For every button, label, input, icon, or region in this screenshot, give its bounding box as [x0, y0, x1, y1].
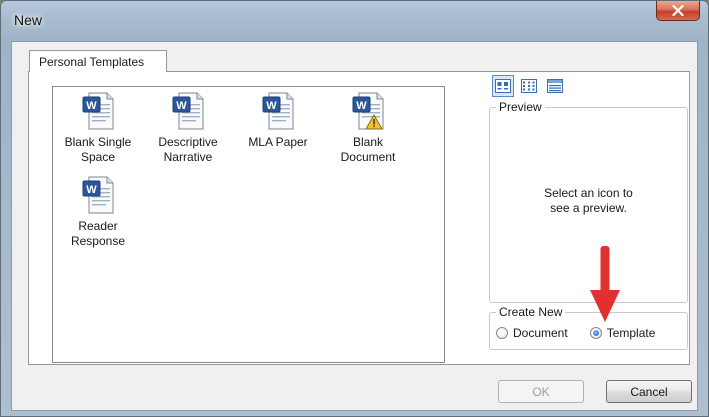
radio-document-label: Document — [513, 326, 568, 340]
details-view-icon — [547, 79, 563, 93]
svg-text:W: W — [176, 100, 187, 112]
template-blank-single-space[interactable]: W Blank Single Space — [55, 91, 141, 165]
title-bar[interactable]: New — [1, 1, 708, 41]
template-label: Reader Response — [70, 219, 126, 248]
create-new-options: Document Template — [496, 326, 655, 340]
large-icons-view-button[interactable] — [492, 75, 514, 97]
svg-text:W: W — [86, 100, 97, 112]
svg-text:W: W — [266, 100, 277, 112]
radio-template-label: Template — [606, 326, 656, 340]
radio-document-circle[interactable] — [496, 327, 508, 339]
template-label: Descriptive Narrative — [158, 135, 218, 164]
radio-template-circle[interactable] — [589, 327, 602, 339]
template-icon-list[interactable]: W Blank Single Space W Descriptive Narra… — [52, 86, 445, 363]
list-view-button[interactable] — [518, 75, 540, 97]
large-icons-view-icon — [495, 79, 511, 93]
template-reader-response[interactable]: W Reader Response — [55, 175, 141, 249]
close-button[interactable] — [656, 1, 700, 21]
template-label: Blank Single Space — [64, 135, 132, 164]
view-mode-toolbar — [492, 75, 566, 97]
red-arrow-annotation — [590, 246, 620, 322]
template-label: MLA Paper — [248, 135, 308, 149]
create-new-label: Create New — [496, 305, 566, 319]
template-descriptive-narrative[interactable]: W Descriptive Narrative — [145, 91, 231, 165]
close-icon — [672, 5, 684, 16]
word-document-icon: W — [262, 92, 294, 130]
svg-text:W: W — [86, 184, 97, 196]
svg-text:W: W — [356, 100, 367, 112]
word-document-icon: W — [172, 92, 204, 130]
details-view-button[interactable] — [544, 75, 566, 97]
template-blank-document[interactable]: W Blank Document — [325, 91, 411, 165]
ok-button[interactable]: OK — [498, 380, 584, 403]
word-document-icon: W — [82, 176, 114, 214]
word-document-warning-icon: W — [352, 92, 384, 130]
dialog-body: Personal Templates W Blank Single Space … — [11, 41, 698, 411]
preview-placeholder-text: Select an icon to see a preview. — [544, 186, 633, 215]
list-view-icon — [521, 79, 537, 93]
word-document-icon: W — [82, 92, 114, 130]
new-dialog: New Personal Templates W Blank Single Sp… — [0, 0, 709, 417]
preview-label: Preview — [496, 100, 545, 114]
radio-template[interactable]: Template — [589, 326, 656, 340]
cancel-button[interactable]: Cancel — [606, 380, 692, 403]
template-label: Blank Document — [340, 135, 396, 164]
tab-personal-templates[interactable]: Personal Templates — [29, 50, 167, 72]
template-mla-paper[interactable]: W MLA Paper — [235, 91, 321, 150]
dialog-title: New — [14, 12, 43, 28]
radio-document[interactable]: Document — [496, 326, 568, 340]
